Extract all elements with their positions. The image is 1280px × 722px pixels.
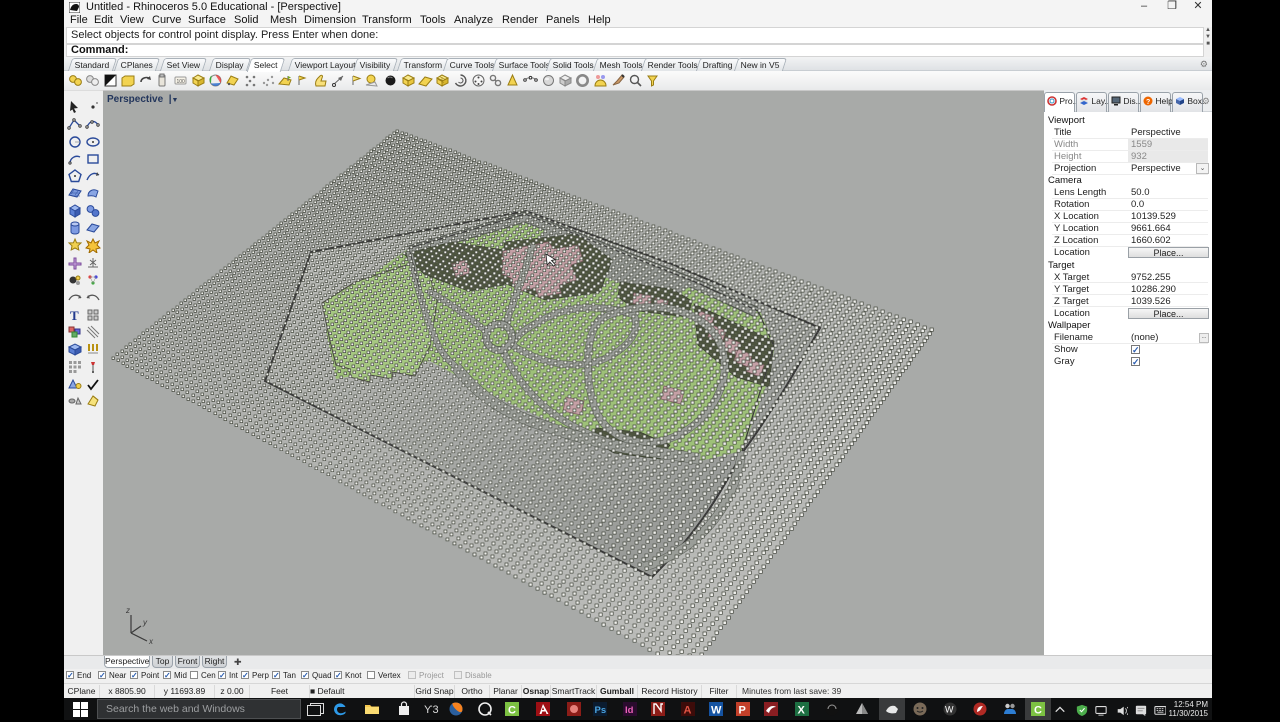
- svg-text:W: W: [711, 705, 722, 717]
- svg-text:?: ?: [1146, 99, 1150, 106]
- svg-text:A: A: [684, 705, 692, 717]
- svg-text:Ps: Ps: [595, 705, 607, 716]
- svg-text:100: 100: [177, 79, 186, 85]
- svg-text:T: T: [70, 308, 79, 323]
- svg-text:W: W: [945, 705, 954, 715]
- svg-text:ϒ3: ϒ3: [424, 704, 439, 716]
- svg-text:C: C: [508, 705, 516, 717]
- svg-text:P: P: [739, 705, 746, 717]
- svg-text:X: X: [798, 705, 806, 717]
- svg-text:y: y: [142, 618, 148, 627]
- svg-text:Id: Id: [625, 705, 634, 716]
- svg-text:C: C: [1034, 705, 1042, 717]
- svg-text:z: z: [125, 606, 130, 615]
- svg-text:x: x: [148, 637, 154, 646]
